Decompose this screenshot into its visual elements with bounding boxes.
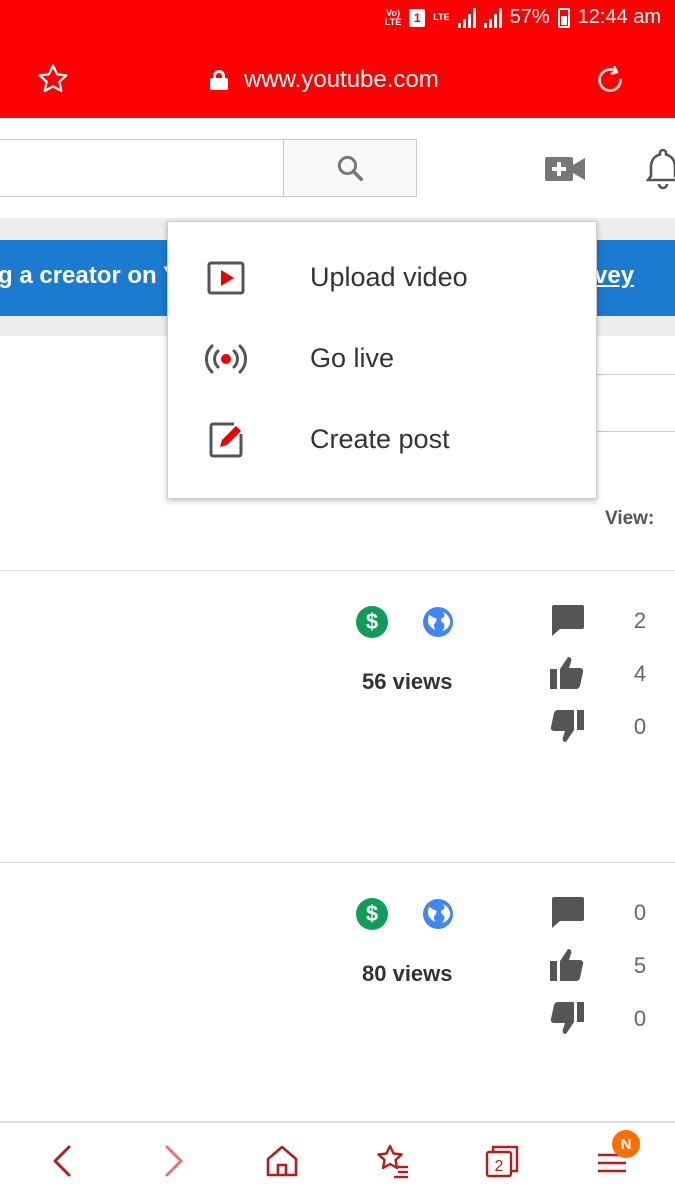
dislike-icon[interactable] [548,708,586,744]
sim-indicator: 1 [409,8,426,27]
like-count: 5 [633,953,647,978]
dislike-count: 0 [633,1006,647,1031]
notification-badge: N [612,1130,640,1158]
like-icon[interactable] [548,655,586,691]
menu-item-label: Upload video [310,262,468,292]
signal-icon [457,7,476,28]
comment-count: 0 [633,900,647,925]
like-count: 4 [633,661,647,686]
url-text: www.youtube.com [244,66,439,93]
search-button[interactable] [283,139,417,197]
public-globe-icon[interactable] [422,898,454,930]
browser-address-bar: www.youtube.com [0,42,675,118]
monetization-icon[interactable]: $ [356,898,388,930]
signal-icon-2 [483,7,502,28]
banner-survey-link[interactable]: vey [594,262,634,290]
tabs-button[interactable]: 2 [482,1141,522,1181]
home-icon[interactable] [262,1141,302,1181]
browser-bottom-nav: 2 [0,1122,675,1200]
video-row[interactable]: $ 56 views 2 4 0 [0,571,675,861]
create-video-icon[interactable] [545,155,585,183]
forward-icon[interactable] [152,1141,192,1181]
url-field[interactable]: www.youtube.com [210,66,439,94]
bell-icon[interactable] [646,146,675,190]
menu-item-label: Go live [310,343,395,373]
comment-count: 2 [633,608,647,633]
search-icon [337,155,363,181]
battery-percent: 57% [509,6,550,28]
monetization-icon[interactable]: $ [356,606,388,638]
create-post-icon [209,422,243,458]
filter-area [596,374,675,432]
youtube-header [0,118,675,218]
volte-indicator: Vo) LTE [384,7,402,27]
dislike-icon[interactable] [548,1000,586,1036]
public-globe-icon[interactable] [422,606,454,638]
battery-icon [557,7,570,28]
like-icon[interactable] [548,947,586,983]
view-label[interactable]: View: [605,508,654,530]
dislike-count: 0 [633,714,647,739]
upload-video-icon [207,261,245,295]
menu-item-create-post[interactable]: Create post [168,400,596,480]
views-count: 56 views [362,669,453,694]
star-icon[interactable] [36,62,70,96]
menu-item-label: Create post [310,424,450,454]
search-input[interactable] [0,139,284,197]
back-icon[interactable] [44,1141,84,1181]
status-bar: Vo) LTE 1 LTE 57% 12:44 am [0,0,675,42]
reload-icon[interactable] [592,62,628,98]
banner-text: g a creator on Y [0,262,179,289]
menu-item-go-live[interactable]: Go live [168,319,596,399]
video-row[interactable]: $ 80 views 0 5 0 [0,863,675,1153]
comment-icon[interactable] [548,602,586,638]
comment-icon[interactable] [548,894,586,930]
tabs-icon: 2 [485,1145,519,1178]
create-menu: Upload video Go live Create post [167,221,597,499]
clock: 12:44 am [577,6,661,28]
lte-indicator: LTE [433,12,450,22]
tabs-count: 2 [495,1158,504,1175]
go-live-icon [205,344,247,374]
views-count: 80 views [362,961,453,986]
menu-item-upload-video[interactable]: Upload video [168,238,596,318]
lock-icon [210,70,228,90]
bookmarks-icon[interactable] [372,1141,412,1181]
